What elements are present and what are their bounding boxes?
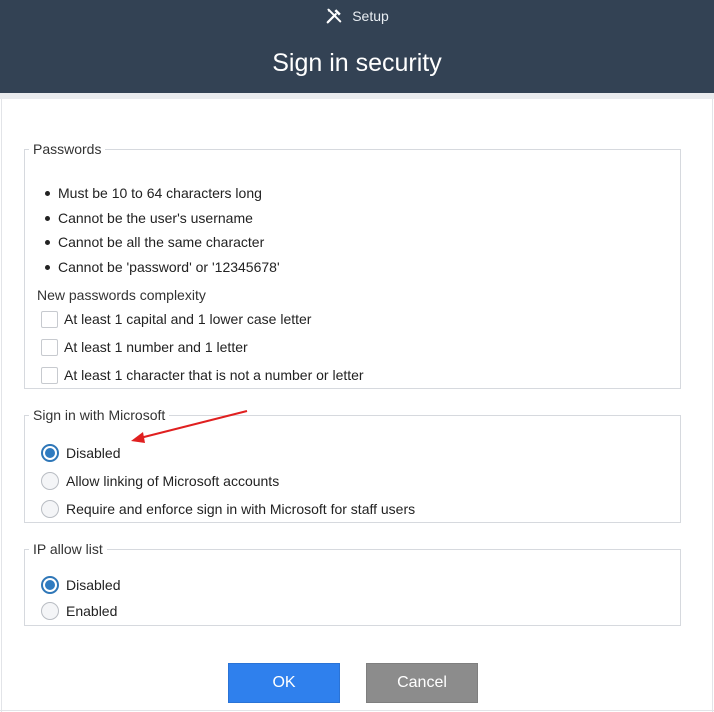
annotation-arrow-icon <box>131 410 248 443</box>
